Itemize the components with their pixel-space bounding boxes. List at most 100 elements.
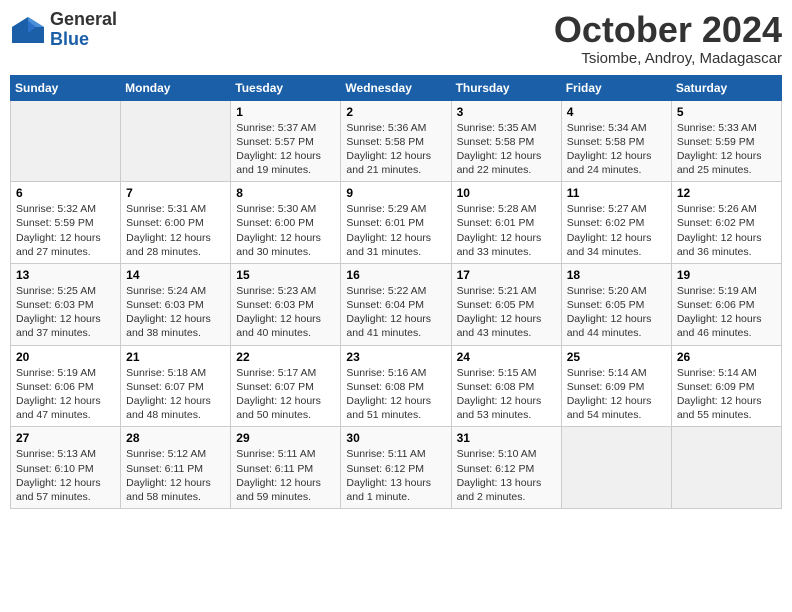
calendar-cell: 16 Sunrise: 5:22 AM Sunset: 6:04 PM Dayli… [341,263,451,345]
day-info: Sunrise: 5:22 AM Sunset: 6:04 PM Dayligh… [346,284,445,341]
calendar-week-2: 6Sunrise: 5:32 AM Sunset: 5:59 PM Daylig… [11,182,782,264]
day-number: 1 [236,105,335,119]
weekday-header-monday: Monday [121,75,231,100]
calendar-cell: 24 Sunrise: 5:15 AM Sunset: 6:08 PM Dayli… [451,345,561,427]
day-number: 20 [16,350,115,364]
day-info: Sunrise: 5:15 AM Sunset: 6:08 PM Dayligh… [457,366,556,423]
calendar-cell: 4 Sunrise: 5:34 AM Sunset: 5:58 PM Daylig… [561,100,671,182]
day-info: Sunrise: 5:16 AM Sunset: 6:08 PM Dayligh… [346,366,445,423]
day-number: 9 [346,186,445,200]
location-subtitle: Tsiombe, Androy, Madagascar [554,50,782,67]
day-number: 23 [346,350,445,364]
calendar-cell: 5 Sunrise: 5:33 AM Sunset: 5:59 PM Daylig… [671,100,781,182]
calendar-cell: 26Sunrise: 5:14 AM Sunset: 6:09 PM Dayli… [671,345,781,427]
calendar-cell [561,427,671,509]
day-number: 21 [126,350,225,364]
calendar-cell: 14 Sunrise: 5:24 AM Sunset: 6:03 PM Dayli… [121,263,231,345]
day-number: 24 [457,350,556,364]
calendar-cell: 8 Sunrise: 5:30 AM Sunset: 6:00 PM Daylig… [231,182,341,264]
day-info: Sunrise: 5:37 AM Sunset: 5:57 PM Dayligh… [236,121,335,178]
calendar-cell: 6Sunrise: 5:32 AM Sunset: 5:59 PM Daylig… [11,182,121,264]
day-info: Sunrise: 5:14 AM Sunset: 6:09 PM Dayligh… [677,366,776,423]
day-number: 8 [236,186,335,200]
day-info: Sunrise: 5:19 AM Sunset: 6:06 PM Dayligh… [677,284,776,341]
logo-text: General Blue [50,10,117,50]
calendar-cell: 2 Sunrise: 5:36 AM Sunset: 5:58 PM Daylig… [341,100,451,182]
weekday-header-row: SundayMondayTuesdayWednesdayThursdayFrid… [11,75,782,100]
weekday-header-sunday: Sunday [11,75,121,100]
calendar-cell: 17Sunrise: 5:21 AM Sunset: 6:05 PM Dayli… [451,263,561,345]
calendar-cell: 22Sunrise: 5:17 AM Sunset: 6:07 PM Dayli… [231,345,341,427]
calendar-cell: 1 Sunrise: 5:37 AM Sunset: 5:57 PM Daylig… [231,100,341,182]
day-number: 10 [457,186,556,200]
day-number: 4 [567,105,666,119]
calendar-cell: 19 Sunrise: 5:19 AM Sunset: 6:06 PM Dayli… [671,263,781,345]
calendar-cell [121,100,231,182]
calendar-week-4: 20 Sunrise: 5:19 AM Sunset: 6:06 PM Dayli… [11,345,782,427]
logo-icon [10,15,46,45]
calendar-cell: 28Sunrise: 5:12 AM Sunset: 6:11 PM Dayli… [121,427,231,509]
calendar-cell: 21 Sunrise: 5:18 AM Sunset: 6:07 PM Dayli… [121,345,231,427]
day-info: Sunrise: 5:32 AM Sunset: 5:59 PM Dayligh… [16,202,115,259]
weekday-header-friday: Friday [561,75,671,100]
day-info: Sunrise: 5:33 AM Sunset: 5:59 PM Dayligh… [677,121,776,178]
day-number: 18 [567,268,666,282]
day-number: 3 [457,105,556,119]
calendar-cell: 9 Sunrise: 5:29 AM Sunset: 6:01 PM Daylig… [341,182,451,264]
day-info: Sunrise: 5:34 AM Sunset: 5:58 PM Dayligh… [567,121,666,178]
calendar-cell: 25Sunrise: 5:14 AM Sunset: 6:09 PM Dayli… [561,345,671,427]
day-info: Sunrise: 5:19 AM Sunset: 6:06 PM Dayligh… [16,366,115,423]
day-info: Sunrise: 5:30 AM Sunset: 6:00 PM Dayligh… [236,202,335,259]
day-info: Sunrise: 5:13 AM Sunset: 6:10 PM Dayligh… [16,447,115,504]
weekday-header-wednesday: Wednesday [341,75,451,100]
day-number: 13 [16,268,115,282]
day-number: 14 [126,268,225,282]
day-number: 27 [16,431,115,445]
day-number: 15 [236,268,335,282]
page-header: General Blue October 2024 Tsiombe, Andro… [10,10,782,67]
day-number: 16 [346,268,445,282]
calendar-header: SundayMondayTuesdayWednesdayThursdayFrid… [11,75,782,100]
day-info: Sunrise: 5:26 AM Sunset: 6:02 PM Dayligh… [677,202,776,259]
day-info: Sunrise: 5:28 AM Sunset: 6:01 PM Dayligh… [457,202,556,259]
day-number: 2 [346,105,445,119]
day-info: Sunrise: 5:25 AM Sunset: 6:03 PM Dayligh… [16,284,115,341]
day-info: Sunrise: 5:10 AM Sunset: 6:12 PM Dayligh… [457,447,556,504]
calendar-cell: 29Sunrise: 5:11 AM Sunset: 6:11 PM Dayli… [231,427,341,509]
logo-blue-text: Blue [50,29,89,49]
day-info: Sunrise: 5:29 AM Sunset: 6:01 PM Dayligh… [346,202,445,259]
day-number: 19 [677,268,776,282]
calendar-week-5: 27 Sunrise: 5:13 AM Sunset: 6:10 PM Dayli… [11,427,782,509]
day-info: Sunrise: 5:14 AM Sunset: 6:09 PM Dayligh… [567,366,666,423]
day-info: Sunrise: 5:11 AM Sunset: 6:11 PM Dayligh… [236,447,335,504]
calendar-cell: 12Sunrise: 5:26 AM Sunset: 6:02 PM Dayli… [671,182,781,264]
calendar-table: SundayMondayTuesdayWednesdayThursdayFrid… [10,75,782,509]
calendar-cell: 10 Sunrise: 5:28 AM Sunset: 6:01 PM Dayli… [451,182,561,264]
day-info: Sunrise: 5:12 AM Sunset: 6:11 PM Dayligh… [126,447,225,504]
day-info: Sunrise: 5:11 AM Sunset: 6:12 PM Dayligh… [346,447,445,504]
day-info: Sunrise: 5:18 AM Sunset: 6:07 PM Dayligh… [126,366,225,423]
day-number: 5 [677,105,776,119]
calendar-week-1: 1 Sunrise: 5:37 AM Sunset: 5:57 PM Daylig… [11,100,782,182]
calendar-week-3: 13 Sunrise: 5:25 AM Sunset: 6:03 PM Dayli… [11,263,782,345]
day-info: Sunrise: 5:20 AM Sunset: 6:05 PM Dayligh… [567,284,666,341]
day-info: Sunrise: 5:31 AM Sunset: 6:00 PM Dayligh… [126,202,225,259]
day-info: Sunrise: 5:27 AM Sunset: 6:02 PM Dayligh… [567,202,666,259]
day-number: 31 [457,431,556,445]
weekday-header-saturday: Saturday [671,75,781,100]
day-number: 30 [346,431,445,445]
calendar-body: 1 Sunrise: 5:37 AM Sunset: 5:57 PM Daylig… [11,100,782,508]
day-info: Sunrise: 5:36 AM Sunset: 5:58 PM Dayligh… [346,121,445,178]
day-number: 7 [126,186,225,200]
month-title: October 2024 [554,10,782,50]
day-info: Sunrise: 5:23 AM Sunset: 6:03 PM Dayligh… [236,284,335,341]
calendar-cell: 13 Sunrise: 5:25 AM Sunset: 6:03 PM Dayli… [11,263,121,345]
calendar-cell [11,100,121,182]
day-info: Sunrise: 5:24 AM Sunset: 6:03 PM Dayligh… [126,284,225,341]
day-number: 11 [567,186,666,200]
day-number: 17 [457,268,556,282]
logo: General Blue [10,10,117,50]
calendar-cell: 15 Sunrise: 5:23 AM Sunset: 6:03 PM Dayli… [231,263,341,345]
calendar-cell: 18 Sunrise: 5:20 AM Sunset: 6:05 PM Dayli… [561,263,671,345]
calendar-cell: 30 Sunrise: 5:11 AM Sunset: 6:12 PM Dayli… [341,427,451,509]
